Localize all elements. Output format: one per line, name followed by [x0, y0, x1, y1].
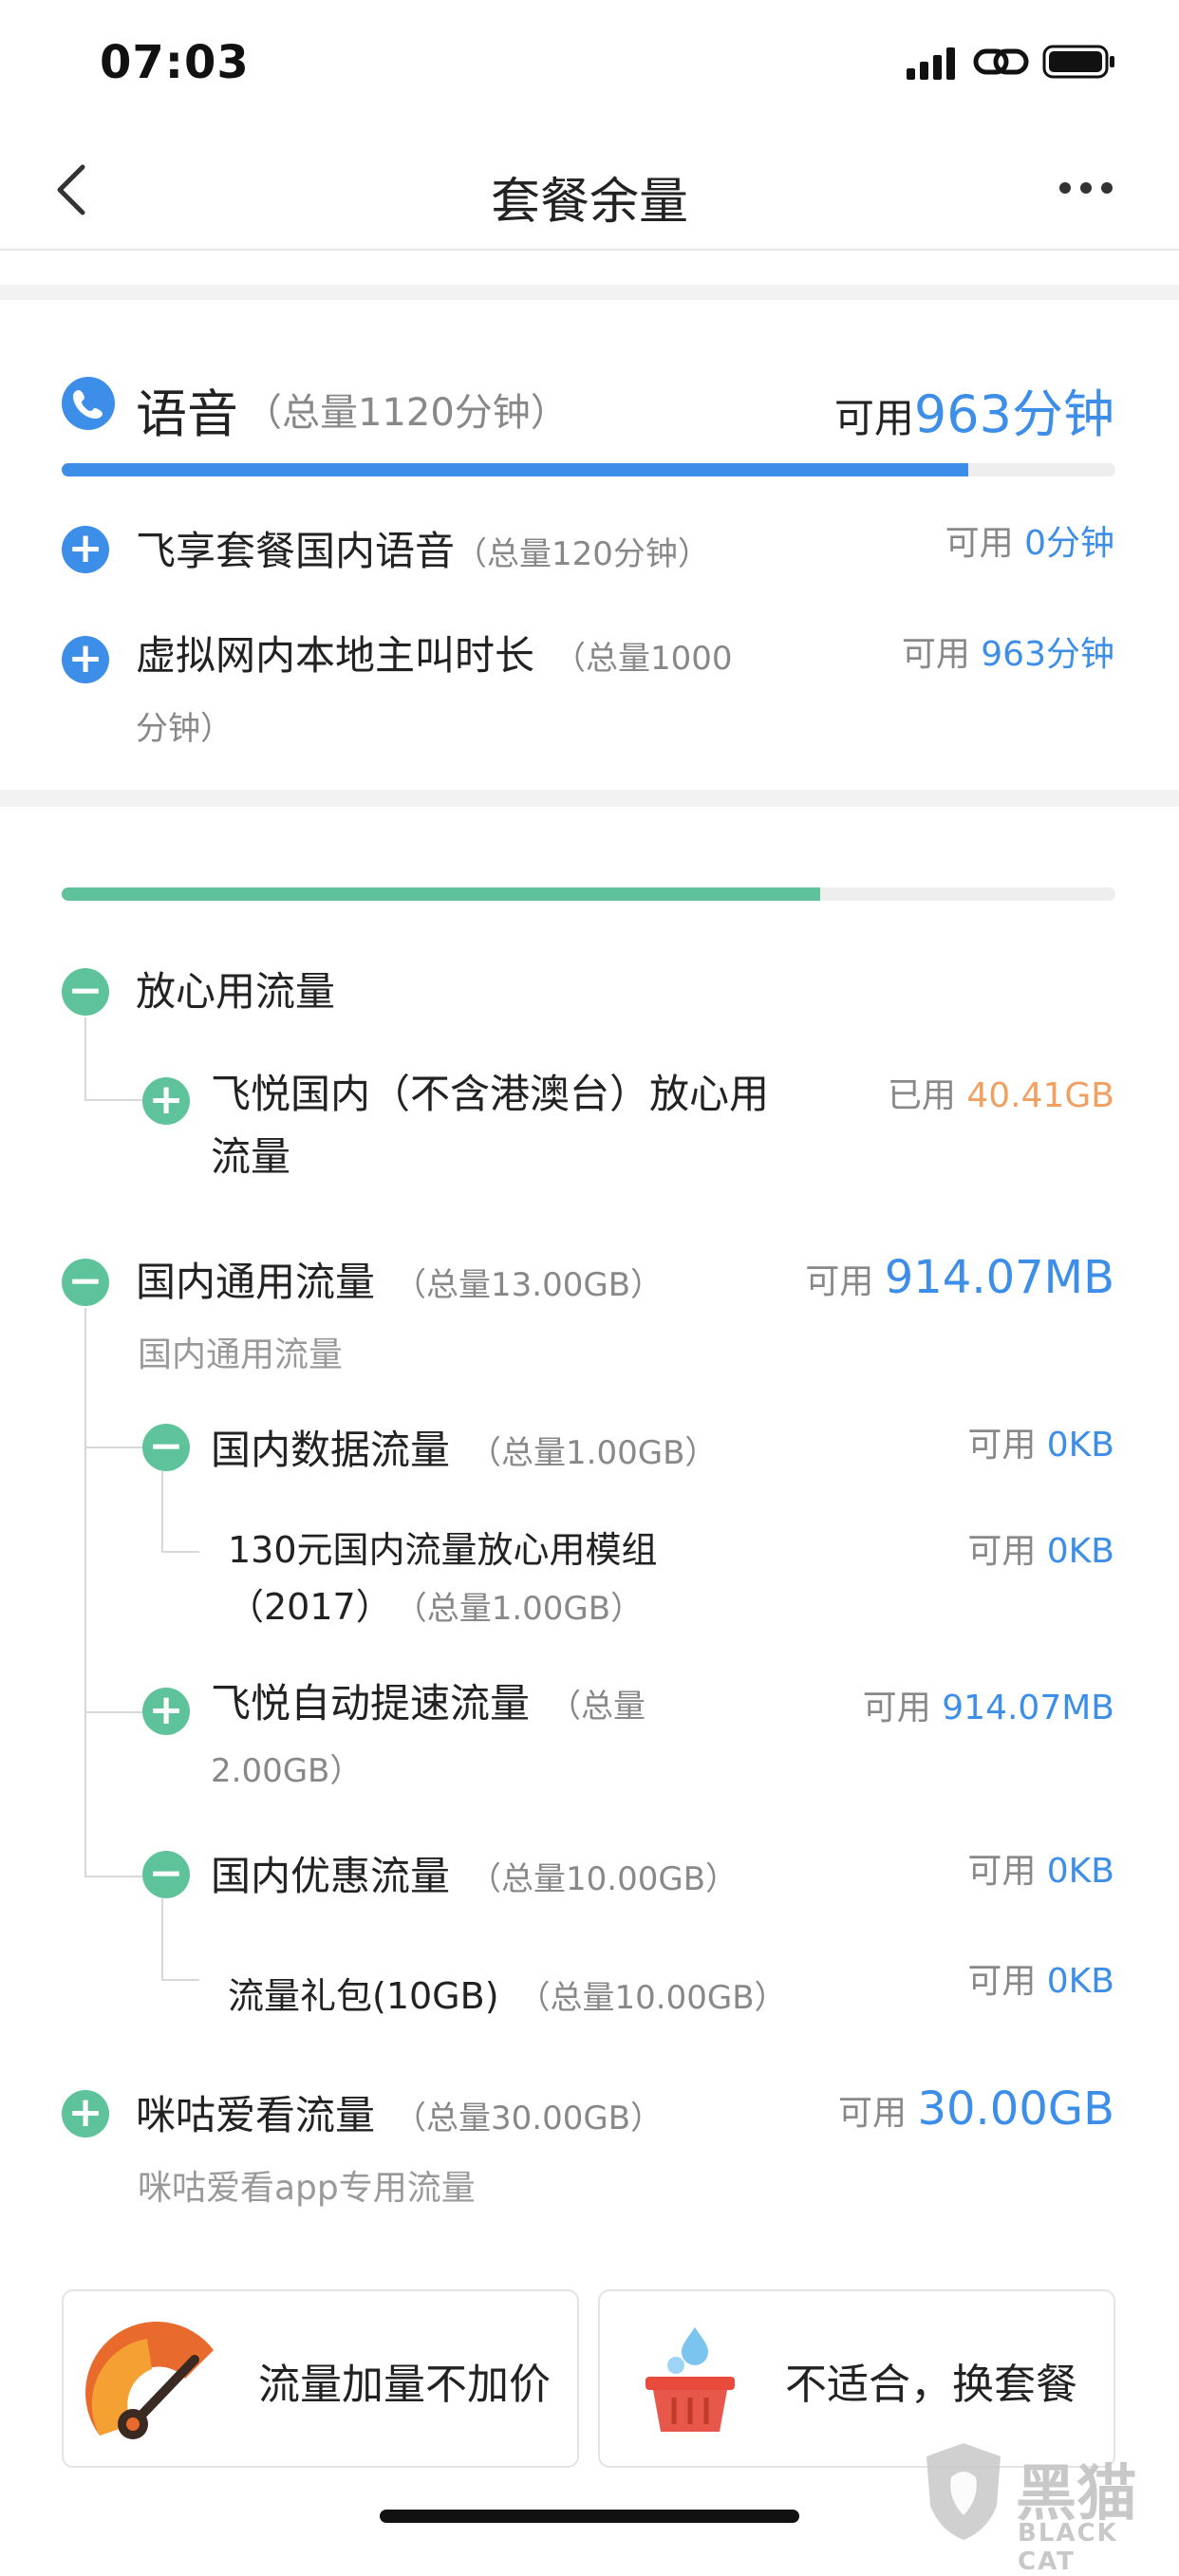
- speedup-name: 飞悦自动提速流量 （总量: [211, 1680, 646, 1727]
- tree-line: [161, 1551, 199, 1553]
- collapse-minus-icon[interactable]: −: [142, 1424, 190, 1471]
- worry-free-item-name: 飞悦国内（不含港澳台）放心用: [211, 1071, 770, 1117]
- section-divider: [0, 285, 1179, 300]
- expand-plus-icon[interactable]: +: [62, 2090, 109, 2137]
- speedup-total-cont: 2.00GB）: [211, 1752, 363, 1790]
- worry-free-title: 放心用流量: [136, 968, 336, 1015]
- page-title: 套餐余量: [490, 174, 688, 231]
- card-label: 流量加量不加价: [258, 2361, 551, 2409]
- tree-line: [84, 1308, 86, 1877]
- tree-line: [84, 1017, 86, 1101]
- black-cat-watermark: 黑猫 BLACK CAT: [911, 2439, 1179, 2576]
- voice-item-available: 可用 963分钟: [901, 635, 1114, 674]
- migu-subtitle: 咪咕爱看app专用流量: [138, 2169, 476, 2208]
- card-label: 不适合，换套餐: [785, 2361, 1077, 2409]
- domestic-title: 国内通用流量 （总量13.00GB）: [136, 1259, 664, 1305]
- voice-available: 可用963分钟: [833, 384, 1114, 444]
- module-name-cont: （2017） （总量1.00GB）: [228, 1586, 644, 1628]
- tree-line: [84, 1876, 143, 1877]
- voice-item-total-cont: 分钟）: [136, 710, 233, 748]
- migu-title: 咪咕爱看流量 （总量30.00GB）: [136, 2092, 664, 2138]
- tree-line: [84, 1711, 143, 1713]
- section-divider: [0, 790, 1179, 807]
- discount-available: 可用 0KB: [967, 1852, 1114, 1891]
- collapse-minus-icon[interactable]: −: [142, 1851, 190, 1898]
- domestic-data-available: 可用 0KB: [967, 1426, 1114, 1465]
- data-progress-bar: [62, 887, 1115, 901]
- data-progress-fill: [62, 887, 821, 901]
- tree-line: [161, 1898, 163, 1980]
- speedometer-icon: [85, 2322, 214, 2439]
- migu-available: 可用 30.00GB: [837, 2082, 1114, 2136]
- voice-item-available: 可用 0分钟: [945, 524, 1114, 563]
- tree-line: [161, 1979, 199, 1981]
- link-icon: [973, 48, 1029, 75]
- voice-item-name: 虚拟网内本地主叫时长 （总量1000: [136, 632, 733, 679]
- worry-free-used: 已用 40.41GB: [887, 1076, 1114, 1115]
- domestic-available: 可用 914.07MB: [805, 1251, 1114, 1304]
- tree-line: [84, 1447, 143, 1448]
- voice-title: 语音: [136, 384, 238, 444]
- phone-icon: [62, 377, 115, 430]
- collapse-minus-icon[interactable]: −: [62, 1259, 109, 1306]
- expand-plus-icon[interactable]: +: [142, 1077, 190, 1125]
- voice-progress-fill: [62, 463, 968, 476]
- discount-name: 国内优惠流量 （总量10.00GB）: [211, 1853, 739, 1899]
- worry-free-item-name-cont: 流量: [211, 1133, 291, 1180]
- speedup-available: 可用 914.07MB: [862, 1689, 1114, 1727]
- watermark-sub: BLACK CAT: [1018, 2519, 1118, 2576]
- module-name: 130元国内流量放心用模组: [228, 1529, 658, 1571]
- tree-line: [84, 1099, 143, 1101]
- expand-plus-icon[interactable]: +: [62, 636, 109, 683]
- expand-plus-icon[interactable]: +: [62, 526, 109, 573]
- basket-icon: [646, 2327, 735, 2432]
- cat-shield-icon: [926, 2443, 1001, 2540]
- tree-line: [161, 1471, 163, 1552]
- gift-pack-available: 可用 0KB: [967, 1962, 1114, 2001]
- gift-pack-name: 流量礼包(10GB) （总量10.00GB）: [228, 1975, 787, 2017]
- more-data-card[interactable]: 流量加量不加价: [62, 2289, 579, 2468]
- status-time: 07:03: [100, 36, 250, 89]
- expand-plus-icon[interactable]: +: [142, 1688, 190, 1735]
- signal-icon: [907, 47, 955, 80]
- home-indicator[interactable]: [380, 2510, 799, 2523]
- battery-icon: [1042, 45, 1114, 79]
- voice-item-name: 飞享套餐国内语音（总量120分钟）: [136, 528, 710, 574]
- voice-progress-bar: [62, 463, 1115, 476]
- status-bar: 07:03: [0, 0, 1179, 123]
- module-available: 可用 0KB: [967, 1532, 1114, 1571]
- voice-total: （总量1120分钟）: [244, 391, 569, 435]
- more-icon[interactable]: [1058, 180, 1115, 196]
- nav-bar: 套餐余量: [0, 123, 1179, 251]
- collapse-minus-icon[interactable]: −: [62, 968, 109, 1016]
- domestic-subtitle: 国内通用流量: [138, 1335, 344, 1374]
- domestic-data-name: 国内数据流量 （总量1.00GB）: [211, 1427, 718, 1473]
